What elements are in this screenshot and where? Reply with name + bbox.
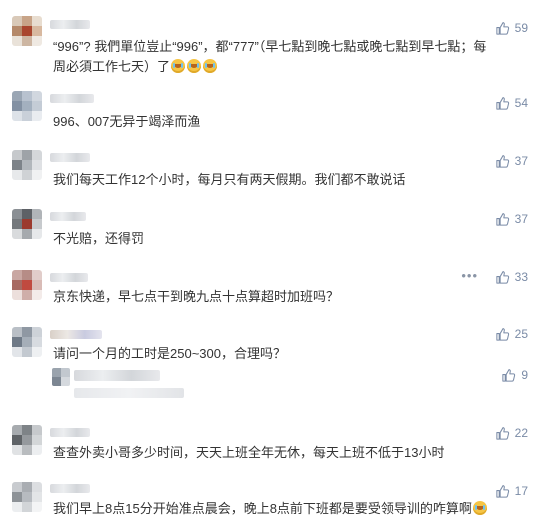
like-count: 54 [514,96,528,110]
like-button[interactable]: 33 [495,269,528,285]
username-blurred[interactable] [50,20,90,29]
like-button[interactable]: 37 [495,153,528,169]
avatar[interactable] [12,91,42,121]
comment-text: 996、007无异于竭泽而渔 [53,114,201,129]
like-button[interactable]: 54 [495,95,528,111]
like-count: 17 [514,484,528,498]
crying-laughing-emoji-icon [203,59,218,73]
reply-text-blurred [74,388,184,398]
like-count: 22 [514,426,528,440]
thumbs-up-icon [496,270,509,284]
avatar[interactable] [12,482,42,512]
avatar[interactable] [12,327,42,357]
comment-text: 请问一个月的工时是250~300，合理吗？ [53,346,286,361]
avatar[interactable] [12,16,42,46]
thumbs-up-icon [502,368,516,382]
username-blurred[interactable] [50,484,90,493]
like-count: 9 [521,368,528,382]
thumbs-up-icon [496,484,509,498]
avatar[interactable] [12,209,42,239]
comment-text: 不光赔，还得罚 [53,231,145,246]
thumbs-up-icon [496,96,509,110]
crying-laughing-emoji-icon [171,59,186,73]
like-button[interactable]: 25 [495,326,528,342]
username-blurred[interactable] [50,212,86,221]
crying-laughing-emoji-icon [187,59,202,73]
avatar[interactable] [12,150,42,180]
username-blurred[interactable] [50,153,90,162]
like-button[interactable]: 17 [495,483,528,499]
like-count: 37 [514,212,528,226]
like-count: 33 [514,270,528,284]
like-count: 25 [514,327,528,341]
crying-laughing-emoji-icon [472,501,487,515]
thumbs-up-icon [496,154,509,168]
comment-text: 我们早上8点15分开始准点晨会，晚上8点前下班都是要受领导训的咋算啊 [53,499,514,519]
username-blurred[interactable] [50,94,94,103]
username-blurred[interactable] [50,273,88,282]
thumbs-up-icon [496,21,509,35]
like-button[interactable]: 37 [495,211,528,227]
reply-like-button[interactable]: 9 [501,367,528,383]
comment-text: 我们每天工作12个小时，每月只有两天假期。我们都不敢说话 [53,172,406,187]
thumbs-up-icon [496,426,509,440]
like-count: 37 [514,154,528,168]
comment-text: 查查外卖小哥多少时间，天天上班全年无休，每天上班不低于13小时 [53,445,445,460]
comment-text: “996”? 我們單位豈止“996”，都“777”（早七點到晚七點或晚七點到早七… [53,39,487,74]
avatar[interactable] [12,425,42,455]
thumbs-up-icon [496,212,509,226]
comment-text: 京东快递，早七点干到晚九点十点算超时加班吗？ [53,289,340,304]
like-count: 59 [514,21,528,35]
reply-avatar[interactable] [52,368,70,386]
like-button[interactable]: 22 [495,425,528,441]
more-dots-icon[interactable]: ••• [461,268,478,283]
username-blurred[interactable] [50,428,90,437]
thumbs-up-icon [496,327,509,341]
reply-username-blurred[interactable] [74,370,160,381]
username-blurred[interactable] [50,330,102,339]
like-button[interactable]: 59 [495,20,528,36]
avatar[interactable] [12,270,42,300]
